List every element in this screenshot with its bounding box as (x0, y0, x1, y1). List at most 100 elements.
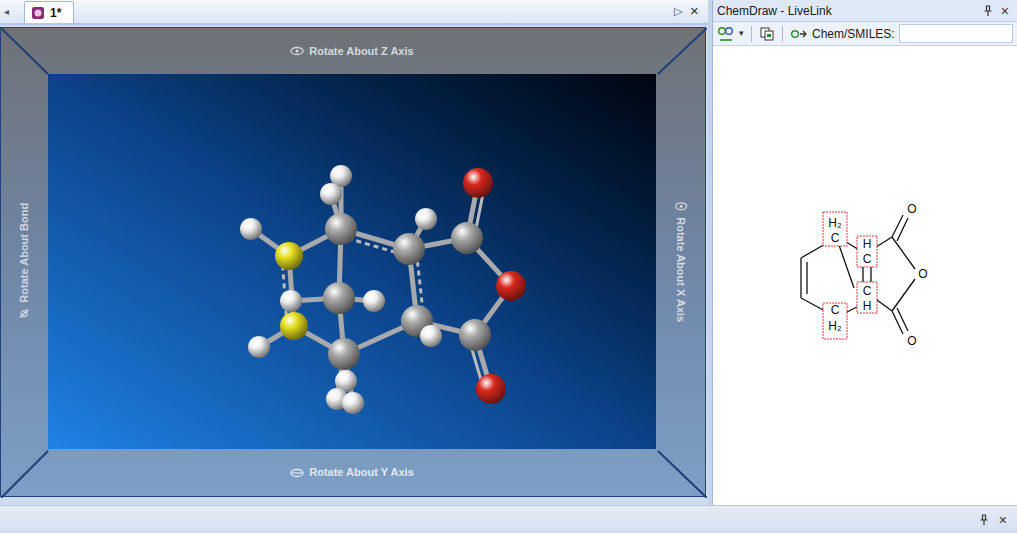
atom[interactable] (248, 336, 270, 358)
highlight-box (916, 266, 930, 282)
3d-viewer[interactable]: Rotate About Z Axis Rotate About Bond Ro… (0, 27, 706, 497)
atom[interactable] (363, 290, 385, 312)
panel-title: ChemDraw - LiveLink (717, 2, 832, 20)
atom[interactable] (451, 222, 483, 254)
molecule-canvas[interactable] (48, 74, 656, 449)
atom[interactable] (342, 392, 364, 414)
atom[interactable] (496, 271, 526, 301)
highlight-box (823, 303, 847, 339)
close-panel-button[interactable]: × (1001, 4, 1013, 18)
atom-sphere[interactable] (463, 168, 493, 198)
structure-bonds (801, 215, 915, 334)
structure-mode-icon[interactable] (717, 26, 735, 42)
atom-sphere[interactable] (459, 319, 491, 351)
rotate-icon (290, 468, 304, 478)
smiles-label: Chem/SMILES: (812, 25, 895, 43)
atom-label[interactable]: CH (857, 282, 877, 313)
svg-text:C: C (863, 284, 872, 298)
molecule-3d[interactable] (48, 74, 656, 449)
atom[interactable] (323, 282, 355, 314)
structure-canvas[interactable]: H₂CHCCHCH₂OOO (713, 46, 1017, 505)
close-bottom-panel-button[interactable]: × (999, 513, 1007, 527)
atom-label[interactable]: O (916, 266, 930, 282)
atom[interactable] (328, 338, 360, 370)
atom[interactable] (459, 319, 491, 351)
svg-text:H₂: H₂ (828, 319, 842, 333)
atom-sphere[interactable] (420, 325, 442, 347)
copy-icon[interactable] (759, 26, 775, 42)
smiles-field[interactable] (899, 24, 1013, 43)
atom-sphere[interactable] (363, 290, 385, 312)
rotate-z-handle[interactable]: Rotate About Z Axis (48, 28, 656, 74)
atom[interactable] (280, 312, 308, 340)
tab-list: 1* (24, 0, 74, 23)
highlight-box (857, 236, 877, 267)
structure-drawing[interactable]: H₂CHCCHCH₂OOO (713, 46, 1013, 504)
scroll-left-button[interactable]: ◂ (0, 4, 24, 19)
atom-sphere[interactable] (280, 312, 308, 340)
close-document-button[interactable]: × (690, 3, 708, 20)
atom[interactable] (420, 325, 442, 347)
atom[interactable] (240, 218, 262, 240)
atom-sphere[interactable] (325, 213, 357, 245)
atom-label[interactable]: C H₂ (823, 303, 847, 339)
svg-text:O: O (907, 202, 916, 216)
atom-sphere[interactable] (415, 208, 437, 230)
atom[interactable] (463, 168, 493, 198)
document-tab[interactable]: 1* (24, 1, 74, 23)
rotate-bond-handle[interactable]: Rotate About Bond (1, 74, 48, 449)
atom-label[interactable]: H₂C (823, 212, 847, 246)
atom[interactable] (415, 208, 437, 230)
chem3d-document-icon (31, 6, 45, 20)
atom-sphere[interactable] (275, 242, 303, 270)
atom-sphere[interactable] (496, 271, 526, 301)
atom[interactable] (320, 183, 342, 205)
atom-label[interactable]: O (905, 201, 919, 217)
atom-sphere[interactable] (451, 222, 483, 254)
highlight-box (857, 282, 877, 313)
atom-sphere[interactable] (280, 290, 302, 312)
svg-text:H: H (863, 299, 872, 313)
svg-text:C: C (863, 252, 872, 266)
panel-header: ChemDraw - LiveLink × (713, 0, 1017, 22)
svg-text:O: O (907, 334, 916, 348)
bond-group (251, 176, 511, 403)
svg-text:O: O (918, 267, 927, 281)
atom-sphere[interactable] (328, 338, 360, 370)
svg-text:C: C (831, 303, 840, 317)
rotate-icon (675, 201, 687, 213)
atom-sphere[interactable] (248, 336, 270, 358)
svg-text:H: H (863, 237, 872, 251)
svg-text:C: C (831, 231, 840, 245)
atom-sphere[interactable] (393, 233, 425, 265)
rotate-icon (19, 308, 31, 320)
atom-label[interactable]: HC (857, 236, 877, 267)
atom[interactable] (325, 213, 357, 245)
rotate-x-handle[interactable]: Rotate About X Axis (656, 74, 705, 449)
livelink-toolbar: ▾ Chem/SMILES: (713, 22, 1017, 46)
highlight-box (905, 201, 919, 217)
bottom-panel: × (0, 505, 1017, 533)
atom[interactable] (393, 233, 425, 265)
atom[interactable] (476, 374, 506, 404)
atom[interactable] (280, 290, 302, 312)
paste-smiles-icon[interactable] (790, 26, 808, 42)
scroll-right-button[interactable]: ▷ (674, 3, 690, 20)
atom-sphere[interactable] (240, 218, 262, 240)
atom-sphere[interactable] (476, 374, 506, 404)
atom-sphere[interactable] (323, 282, 355, 314)
pin-icon[interactable] (979, 514, 989, 526)
rotate-y-handle[interactable]: Rotate About Y Axis (48, 449, 656, 496)
rotate-icon (290, 46, 304, 56)
atom-sphere[interactable] (342, 392, 364, 414)
pin-icon[interactable] (983, 5, 993, 17)
svg-text:H₂: H₂ (828, 216, 842, 230)
document-tab-strip: ◂ 1* ▷ × (0, 0, 708, 25)
mode-dropdown-button[interactable]: ▾ (739, 27, 744, 41)
atom[interactable] (275, 242, 303, 270)
atom-sphere[interactable] (320, 183, 342, 205)
highlight-box (823, 212, 847, 246)
atom-label[interactable]: O (905, 333, 919, 349)
highlight-box (905, 333, 919, 349)
livelink-panel: ChemDraw - LiveLink × ▾ Chem/SMILES: H₂C… (712, 0, 1017, 505)
